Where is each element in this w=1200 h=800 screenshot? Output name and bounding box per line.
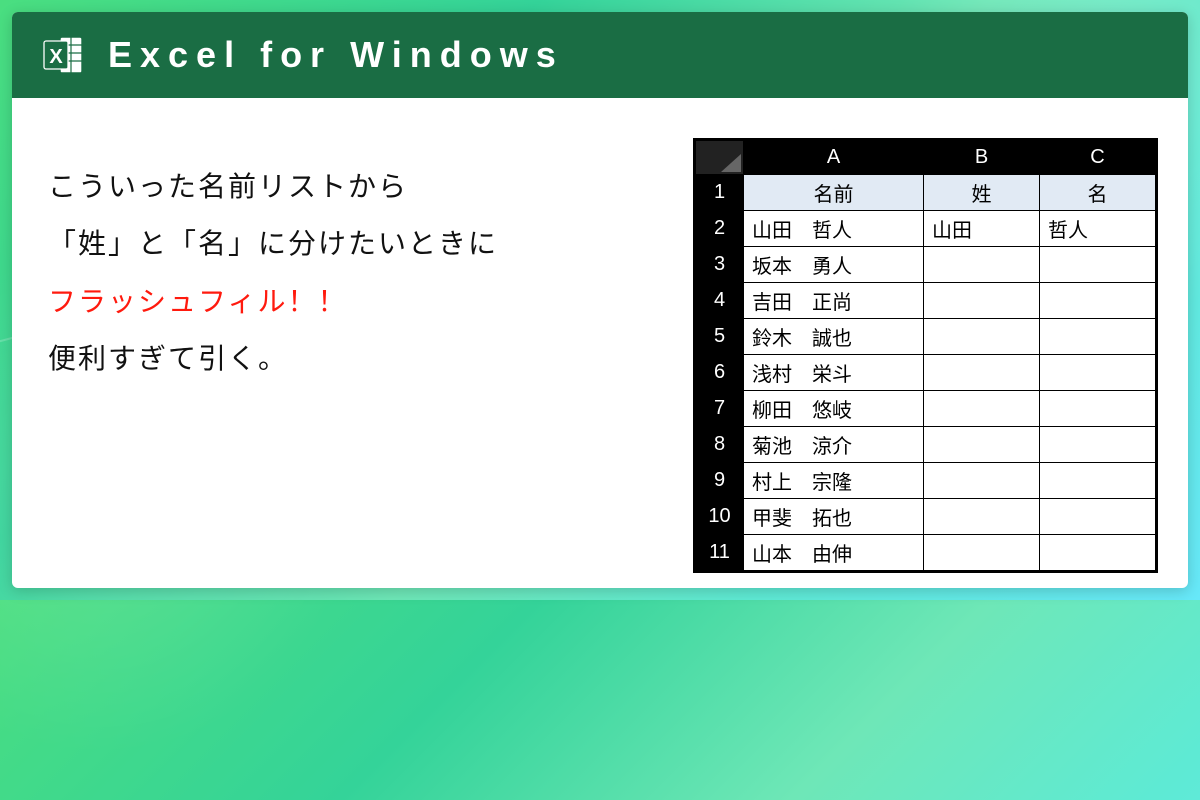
table-row: 1 名前 姓 名 — [696, 175, 1156, 211]
cell-a[interactable]: 山本 由伸 — [744, 535, 924, 571]
row-header[interactable]: 2 — [696, 211, 744, 247]
table-row: 3坂本 勇人 — [696, 247, 1156, 283]
cell-a[interactable]: 吉田 正尚 — [744, 283, 924, 319]
cell-a[interactable]: 村上 宗隆 — [744, 463, 924, 499]
select-all-corner[interactable] — [696, 141, 744, 175]
col-header-b[interactable]: B — [924, 141, 1040, 175]
cell-c[interactable] — [1040, 463, 1156, 499]
cell-b[interactable] — [924, 427, 1040, 463]
cell-c[interactable] — [1040, 391, 1156, 427]
col-header-c[interactable]: C — [1040, 141, 1156, 175]
text-line-1: こういった名前リストから — [48, 158, 608, 215]
cell-b1[interactable]: 姓 — [924, 175, 1040, 211]
table-row: 8菊池 涼介 — [696, 427, 1156, 463]
row-header[interactable]: 5 — [696, 319, 744, 355]
cell-a1[interactable]: 名前 — [744, 175, 924, 211]
row-header[interactable]: 8 — [696, 427, 744, 463]
col-header-a[interactable]: A — [744, 141, 924, 175]
header-bar: X Excel for Windows — [12, 12, 1188, 98]
row-header[interactable]: 6 — [696, 355, 744, 391]
excel-icon: X — [42, 33, 86, 77]
row-header[interactable]: 3 — [696, 247, 744, 283]
cell-c[interactable] — [1040, 535, 1156, 571]
cell-b[interactable] — [924, 391, 1040, 427]
spreadsheet: A B C 1 名前 姓 名 2山田 哲人山田哲人3坂本 勇人4吉田 正尚5鈴木… — [693, 138, 1158, 573]
cell-a[interactable]: 柳田 悠岐 — [744, 391, 924, 427]
description-text: こういった名前リストから 「姓」と「名」に分けたいときに フラッシュフィル！！ … — [48, 138, 608, 388]
table-row: 11山本 由伸 — [696, 535, 1156, 571]
column-header-row: A B C — [696, 141, 1156, 175]
row-header[interactable]: 7 — [696, 391, 744, 427]
cell-a[interactable]: 山田 哲人 — [744, 211, 924, 247]
table-row: 10甲斐 拓也 — [696, 499, 1156, 535]
table-row: 4吉田 正尚 — [696, 283, 1156, 319]
table-row: 9村上 宗隆 — [696, 463, 1156, 499]
cell-c[interactable] — [1040, 427, 1156, 463]
cell-c[interactable] — [1040, 247, 1156, 283]
cell-a[interactable]: 坂本 勇人 — [744, 247, 924, 283]
cell-b[interactable] — [924, 319, 1040, 355]
cell-b[interactable]: 山田 — [924, 211, 1040, 247]
cell-c[interactable] — [1040, 283, 1156, 319]
table-row: 6浅村 栄斗 — [696, 355, 1156, 391]
cell-a[interactable]: 鈴木 誠也 — [744, 319, 924, 355]
card: X Excel for Windows こういった名前リストから 「姓」と「名」… — [12, 12, 1188, 588]
grid: A B C 1 名前 姓 名 2山田 哲人山田哲人3坂本 勇人4吉田 正尚5鈴木… — [695, 140, 1156, 571]
row-header[interactable]: 9 — [696, 463, 744, 499]
cell-c1[interactable]: 名 — [1040, 175, 1156, 211]
cell-b[interactable] — [924, 499, 1040, 535]
cell-c[interactable] — [1040, 499, 1156, 535]
text-line-4: 便利すぎて引く。 — [48, 330, 608, 387]
cell-b[interactable] — [924, 247, 1040, 283]
table-row: 7柳田 悠岐 — [696, 391, 1156, 427]
cell-a[interactable]: 浅村 栄斗 — [744, 355, 924, 391]
cell-c[interactable]: 哲人 — [1040, 211, 1156, 247]
table-row: 5鈴木 誠也 — [696, 319, 1156, 355]
row-header[interactable]: 1 — [696, 175, 744, 211]
cell-c[interactable] — [1040, 355, 1156, 391]
row-header[interactable]: 10 — [696, 499, 744, 535]
row-header[interactable]: 4 — [696, 283, 744, 319]
cell-a[interactable]: 甲斐 拓也 — [744, 499, 924, 535]
cell-b[interactable] — [924, 283, 1040, 319]
row-header[interactable]: 11 — [696, 535, 744, 571]
cell-b[interactable] — [924, 355, 1040, 391]
text-line-2: 「姓」と「名」に分けたいときに — [48, 215, 608, 272]
cell-c[interactable] — [1040, 319, 1156, 355]
cell-b[interactable] — [924, 463, 1040, 499]
svg-text:X: X — [49, 46, 63, 68]
cell-a[interactable]: 菊池 涼介 — [744, 427, 924, 463]
text-line-3-highlight: フラッシュフィル！！ — [48, 273, 608, 330]
cell-b[interactable] — [924, 535, 1040, 571]
content-area: こういった名前リストから 「姓」と「名」に分けたいときに フラッシュフィル！！ … — [12, 98, 1188, 588]
table-row: 2山田 哲人山田哲人 — [696, 211, 1156, 247]
header-title: Excel for Windows — [108, 34, 564, 76]
